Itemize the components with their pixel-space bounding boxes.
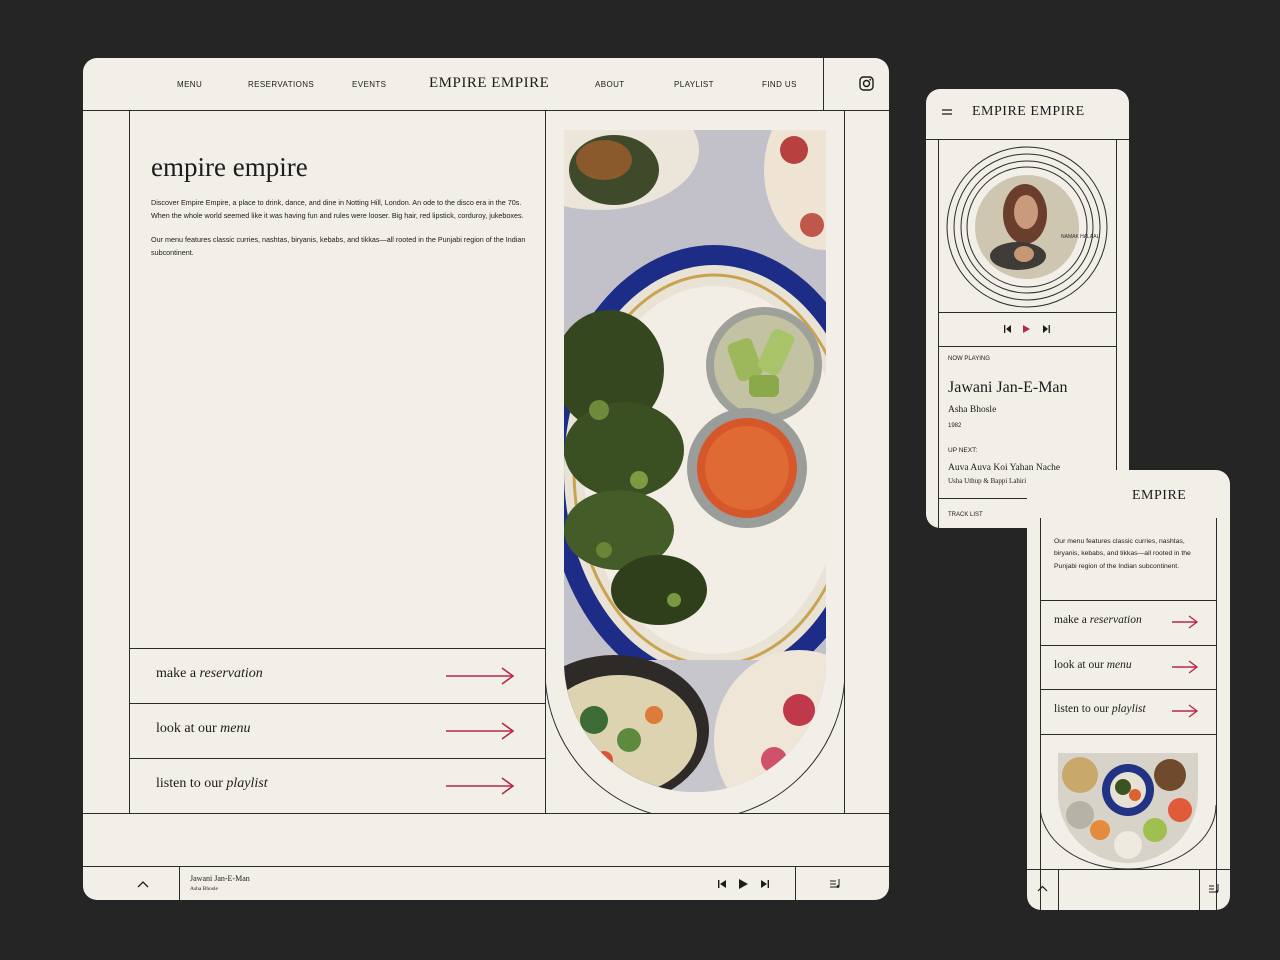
player-track: Jawani Jan-E-Man	[190, 874, 250, 883]
playlist-icon[interactable]	[1208, 883, 1220, 894]
intro-paragraph: Our menu features classic curries, nasht…	[1054, 538, 1191, 570]
nav-divider	[823, 58, 824, 110]
intro-paragraph-2: Our menu features classic curries, nasht…	[151, 235, 526, 257]
cta-listen-to-playlist[interactable]: listen to our playlist	[129, 759, 545, 813]
playlist-icon[interactable]	[829, 878, 842, 890]
nav-playlist[interactable]: PLAYLIST	[674, 80, 714, 89]
site-logo[interactable]: EMPIRE EMPIRE	[429, 75, 549, 92]
nav-find-us[interactable]: FIND US	[762, 80, 797, 89]
now-playing-track: Jawani Jan-E-Man	[948, 379, 1068, 396]
tracklist-label[interactable]: TRACK LIST	[948, 512, 983, 518]
desktop-view: MENU RESERVATIONS EVENTS EMPIRE EMPIRE A…	[83, 58, 889, 900]
arrow-right-icon	[446, 777, 515, 795]
cta-listen-to-playlist[interactable]: listen to our playlist	[1040, 690, 1216, 734]
cta-label: look at our menu	[156, 721, 251, 736]
site-logo[interactable]: EMPIRE	[1132, 488, 1186, 504]
mobile-player-view: EMPIRE EMPIRE NAMAK HALAAL NOW PLAYING J…	[926, 89, 1129, 528]
hamburger-icon[interactable]	[941, 108, 953, 116]
food-photo	[564, 130, 826, 792]
food-photo	[1040, 753, 1216, 869]
previous-icon[interactable]	[1004, 325, 1011, 333]
now-playing-year: 1982	[948, 423, 962, 429]
intro-section: empire empire Discover Empire Empire, a …	[151, 152, 531, 259]
album-text: NAMAK HALAAL	[1061, 234, 1100, 240]
cta-look-at-menu[interactable]: look at our menu	[1040, 646, 1216, 690]
site-logo[interactable]: EMPIRE EMPIRE	[972, 104, 1085, 120]
nav-reservations[interactable]: RESERVATIONS	[248, 80, 314, 89]
now-playing-label: NOW PLAYING	[948, 356, 990, 362]
arrow-right-icon	[1172, 615, 1198, 629]
arrow-right-icon	[446, 667, 515, 685]
cta-label: listen to our playlist	[1054, 703, 1146, 715]
up-next-artist: Usha Uthup & Bappi Lahiri	[948, 477, 1027, 485]
chevron-up-icon[interactable]	[137, 880, 149, 888]
cta-label: listen to our playlist	[156, 776, 268, 791]
nav-events[interactable]: EVENTS	[352, 80, 386, 89]
cta-label: make a reservation	[156, 666, 263, 681]
play-icon[interactable]	[1023, 325, 1030, 333]
intro-paragraph-1: Discover Empire Empire, a place to drink…	[151, 198, 524, 220]
chevron-up-icon[interactable]	[1037, 885, 1048, 892]
nav-menu[interactable]: MENU	[177, 80, 202, 89]
player-artist: Asha Bhosle	[190, 886, 218, 892]
cta-label: look at our menu	[1054, 659, 1132, 671]
next-icon[interactable]	[1043, 325, 1050, 333]
arrow-right-icon	[1172, 660, 1198, 674]
next-icon[interactable]	[761, 880, 769, 888]
cta-label: make a reservation	[1054, 614, 1142, 626]
now-playing-artist: Asha Bhosle	[948, 405, 997, 415]
album-record: NAMAK HALAAL	[946, 146, 1108, 308]
arrow-right-icon	[1172, 704, 1198, 718]
player-controls	[718, 879, 769, 889]
previous-icon[interactable]	[718, 880, 726, 888]
mobile-home-view: EMPIRE Our menu features classic curries…	[1027, 470, 1230, 910]
play-icon[interactable]	[739, 879, 748, 889]
page-title: empire empire	[151, 152, 308, 182]
arrow-right-icon	[446, 722, 515, 740]
cta-make-reservation[interactable]: make a reservation	[129, 649, 545, 703]
up-next-label: UP NEXT:	[948, 447, 978, 454]
cta-look-at-menu[interactable]: look at our menu	[129, 704, 545, 758]
instagram-icon[interactable]	[859, 76, 874, 91]
mobile-player-controls	[1004, 325, 1050, 333]
nav-about[interactable]: ABOUT	[595, 80, 625, 89]
cta-make-reservation[interactable]: make a reservation	[1040, 601, 1216, 645]
